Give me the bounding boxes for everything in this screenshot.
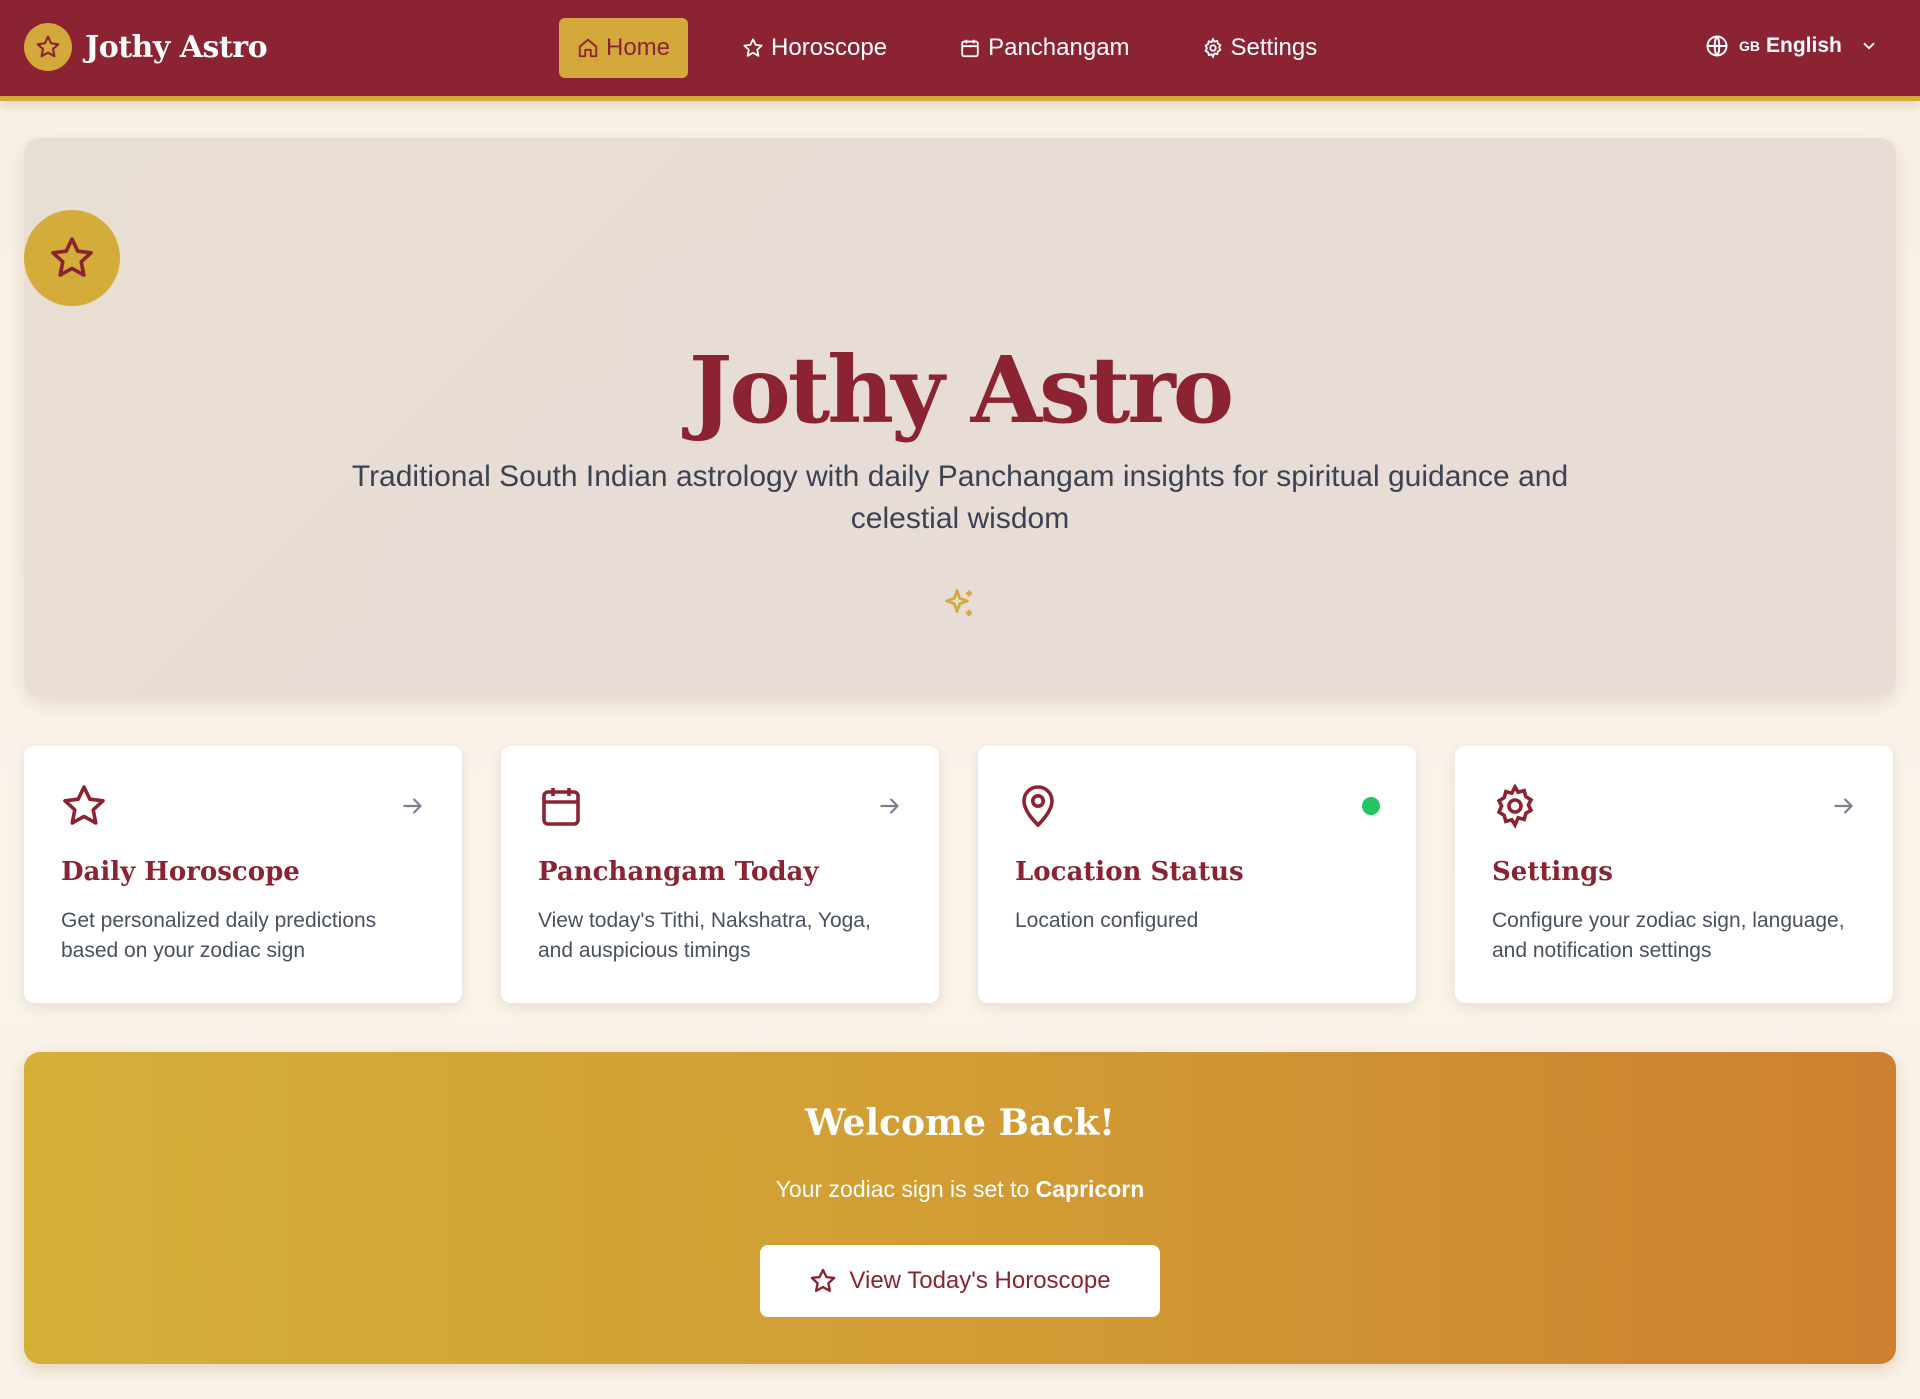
view-horoscope-button[interactable]: View Today's Horoscope [760, 1245, 1160, 1317]
card-settings[interactable]: Settings Configure your zodiac sign, lan… [1455, 746, 1893, 1003]
hero-subtitle: Traditional South Indian astrology with … [351, 460, 1569, 535]
gear-icon [1204, 37, 1222, 59]
language-selector[interactable]: GB English [1705, 34, 1878, 58]
star-icon [63, 785, 105, 825]
card-title: Daily Horoscope [61, 857, 300, 887]
hero-title: Jothy Astro [688, 336, 1234, 444]
card-title: Panchangam Today [538, 857, 819, 887]
nav-horoscope-label: Horoscope [771, 34, 888, 61]
nav-settings[interactable]: Settings [1184, 18, 1336, 78]
main-nav: Home Horoscope Panchangam Settings [559, 18, 1371, 78]
star-icon [24, 23, 72, 71]
card-location-status: Location Status Location configured [978, 746, 1416, 1003]
nav-home-label: Home [606, 34, 671, 61]
card-title: Location Status [1015, 857, 1244, 887]
map-pin-icon [1022, 785, 1054, 828]
calendar-icon [961, 39, 979, 58]
arrow-right-icon [403, 798, 422, 814]
hero-section: Jothy Astro Traditional South Indian ast… [24, 138, 1896, 696]
language-flag: GB [1739, 38, 1760, 54]
nav-settings-label: Settings [1230, 34, 1318, 61]
gear-icon [1496, 783, 1534, 829]
chevron-down-icon [1863, 42, 1875, 50]
zodiac-sign-value: Capricorn [1035, 1176, 1145, 1202]
brand-name: Jothy Astro [85, 29, 268, 65]
card-description: View today's Tithi, Nakshatra, Yoga, and… [538, 909, 871, 962]
nav-panchangam-label: Panchangam [988, 34, 1130, 61]
globe-icon [1706, 35, 1728, 57]
welcome-banner: Welcome Back! Your zodiac sign is set to… [24, 1052, 1896, 1364]
nav-horoscope[interactable]: Horoscope [724, 18, 905, 78]
card-description: Location configured [1015, 909, 1199, 932]
home-icon [578, 38, 598, 58]
view-horoscope-label: View Today's Horoscope [849, 1267, 1111, 1294]
nav-home[interactable]: Home [559, 18, 689, 78]
calendar-icon [542, 788, 580, 826]
status-indicator-dot [1362, 797, 1380, 815]
zodiac-status-prefix: Your zodiac sign is set to [775, 1176, 1036, 1202]
top-nav-bar: Jothy Astro Home Horoscope Panchangam Se… [0, 0, 1920, 101]
welcome-title: Welcome Back! [805, 1102, 1115, 1144]
brand-logo-link[interactable]: Jothy Astro [24, 23, 268, 71]
zodiac-status-text: Your zodiac sign is set to Capricorn [24, 1176, 1896, 1203]
sparkles-icon [945, 589, 972, 616]
star-icon [24, 210, 120, 306]
star-icon [811, 1268, 836, 1293]
card-panchangam-today[interactable]: Panchangam Today View today's Tithi, Nak… [501, 746, 939, 1003]
nav-panchangam[interactable]: Panchangam [941, 18, 1147, 78]
language-label: English [1766, 34, 1842, 57]
star-icon [743, 38, 763, 57]
arrow-right-icon [1834, 798, 1853, 814]
card-description: Configure your zodiac sign, language, an… [1492, 909, 1845, 962]
card-title: Settings [1492, 857, 1613, 887]
arrow-right-icon [880, 798, 899, 814]
card-daily-horoscope[interactable]: Daily Horoscope Get personalized daily p… [24, 746, 462, 1003]
card-description: Get personalized daily predictions based… [61, 909, 377, 962]
